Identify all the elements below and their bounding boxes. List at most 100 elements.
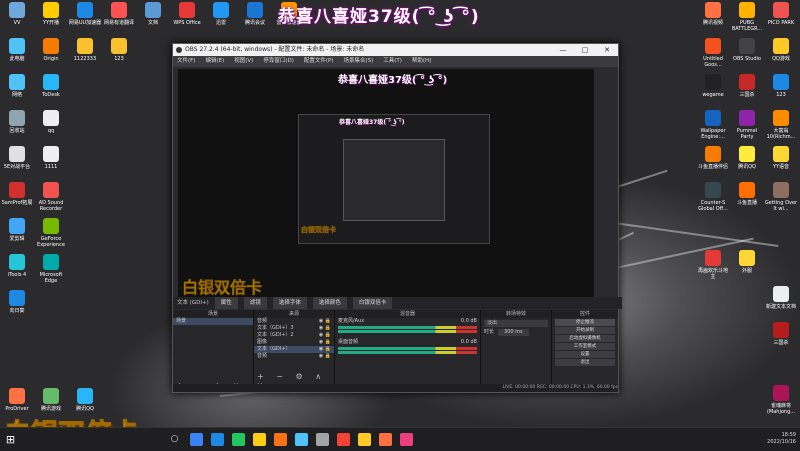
taskbar-app-icon[interactable] xyxy=(400,433,413,446)
desktop-icon[interactable]: 此电脑 xyxy=(0,38,34,62)
desktop-icon[interactable]: 网易UU加速器 xyxy=(68,2,102,26)
select-color-button[interactable]: 选择颜色 xyxy=(312,297,347,309)
duration-input[interactable]: 300 ms xyxy=(498,329,529,336)
menu-item[interactable]: 配置文件(P) xyxy=(304,56,334,67)
desktop-icon[interactable]: 大富翁10(Richm... xyxy=(764,110,798,140)
desktop-icon[interactable]: PUBG BATTLEGR... xyxy=(730,2,764,32)
taskbar-app-icon[interactable] xyxy=(358,433,371,446)
desktop-icon[interactable]: 三国杀 xyxy=(730,74,764,98)
visibility-lock-icons[interactable]: ◉ 🔒 xyxy=(319,332,331,339)
text-source-label[interactable]: 白银双倍卡 xyxy=(352,297,393,309)
control-button[interactable]: 退出 xyxy=(555,359,615,366)
taskbar-app-icon[interactable] xyxy=(295,433,308,446)
preview-canvas[interactable]: 恭喜八喜娅37级( ͡° ͜ʖ ͡°) 恭喜八喜娅37级( ͡° ͜ʖ ͡°) … xyxy=(178,69,594,301)
desktop-icon[interactable]: VV xyxy=(0,2,34,26)
desktop-icon[interactable]: 腾讯游戏 xyxy=(34,388,68,412)
desktop-icon[interactable]: PICO PARK xyxy=(764,2,798,26)
desktop-icon[interactable]: QQ游戏 xyxy=(764,38,798,62)
task-view-icon[interactable]: ○ xyxy=(168,433,181,446)
desktop-icon[interactable]: SamProf拓展 xyxy=(0,182,34,206)
desktop-icon[interactable]: 5E对战平台 xyxy=(0,146,34,170)
desktop-icon[interactable]: Wallpaper Engine:... xyxy=(696,110,730,140)
desktop-icon[interactable]: 网易有道翻译 xyxy=(102,2,136,26)
desktop-icon[interactable]: 再画欢乐斗地主 xyxy=(696,250,730,280)
control-button[interactable]: 启动虚拟摄像机 xyxy=(555,335,615,342)
control-button[interactable]: 设置 xyxy=(555,351,615,358)
desktop-icon[interactable]: OBS Studio xyxy=(730,38,764,62)
desktop-icon[interactable]: 雀魂麻将(Mahjong... xyxy=(764,385,798,415)
clock[interactable]: 18:59 2022/10/16 xyxy=(767,432,796,446)
select-font-button[interactable]: 选择字体 xyxy=(272,297,307,309)
mixer-ch1-slider[interactable] xyxy=(338,330,477,333)
obs-window[interactable]: OBS 27.2.4 (64-bit, windows) - 配置文件: 未命名… xyxy=(172,43,622,393)
visibility-lock-icons[interactable]: ◉ 🔒 xyxy=(319,325,331,332)
menu-item[interactable]: 文件(F) xyxy=(177,56,195,67)
desktop-icon[interactable]: WPS Office xyxy=(170,2,204,26)
desktop-icon[interactable]: 腾讯视频 xyxy=(696,2,730,26)
desktop-icon[interactable]: AD Sound Recorder xyxy=(34,182,68,212)
desktop-icon[interactable]: Getting Over It wi... xyxy=(764,182,798,212)
desktop-icon[interactable]: 迅雷 xyxy=(204,2,238,26)
desktop-icon[interactable]: 斗鱼直播伴侣 xyxy=(696,146,730,170)
desktop-icon[interactable]: 123 xyxy=(764,74,798,98)
desktop-icon[interactable]: 外服 xyxy=(730,250,764,274)
scene-item[interactable]: 场景 xyxy=(173,318,253,325)
source-item[interactable]: 文本（GDI+）3 ◉ 🔒 xyxy=(254,325,334,332)
desktop-icon[interactable]: 爱剪辑 xyxy=(0,218,34,242)
minimize-icon[interactable]: — xyxy=(552,44,574,56)
visibility-lock-icons[interactable]: ◉ 🔒 xyxy=(319,318,331,325)
start-icon[interactable]: ⊞ xyxy=(4,433,17,446)
desktop-icon[interactable]: 回收站 xyxy=(0,110,34,134)
desktop-icon[interactable]: 三国杀 xyxy=(764,322,798,346)
menu-item[interactable]: 视图(V) xyxy=(234,56,253,67)
desktop-icon[interactable]: GeForce Experience xyxy=(34,218,68,248)
maximize-icon[interactable]: □ xyxy=(574,44,596,56)
desktop-icon[interactable]: 123 xyxy=(102,38,136,62)
source-item[interactable]: 文本（GDI+） ◉ 🔒 xyxy=(254,346,334,353)
desktop-icon[interactable]: 1111 xyxy=(34,146,68,170)
desktop-icon[interactable]: YY开播 xyxy=(34,2,68,26)
menu-item[interactable]: 工具(T) xyxy=(383,56,402,67)
desktop-icon[interactable]: 网络 xyxy=(0,74,34,98)
menu-item[interactable]: 停靠窗口(D) xyxy=(263,56,294,67)
desktop-icon[interactable]: 腾讯QQ xyxy=(68,388,102,412)
mixer-ch2-slider[interactable] xyxy=(338,351,477,354)
control-button[interactable]: 工作室模式 xyxy=(555,343,615,350)
menu-item[interactable]: 编辑(E) xyxy=(205,56,224,67)
menu-item[interactable]: 帮助(H) xyxy=(412,56,431,67)
taskbar-app-icon[interactable] xyxy=(232,433,245,446)
visibility-lock-icons[interactable]: ◉ 🔒 xyxy=(319,339,331,346)
taskbar-app-icon[interactable] xyxy=(316,433,329,446)
desktop-icon[interactable]: wegame xyxy=(696,74,730,98)
taskbar-app-icon[interactable] xyxy=(379,433,392,446)
properties-button[interactable]: 属性 xyxy=(214,297,238,309)
taskbar-app-icon[interactable] xyxy=(253,433,266,446)
desktop-icon[interactable]: 文档 xyxy=(136,2,170,26)
desktop-icon[interactable]: 腾讯会议 xyxy=(238,2,272,26)
desktop-icon[interactable]: 1122333 xyxy=(68,38,102,62)
desktop-icon[interactable]: 斗鱼直播 xyxy=(730,182,764,206)
desktop-icon[interactable]: Untitled Goos... xyxy=(696,38,730,68)
source-item[interactable]: 文本（GDI+）2 ◉ 🔒 xyxy=(254,332,334,339)
desktop-icon[interactable]: qq xyxy=(34,110,68,134)
transition-select[interactable]: 淡出 xyxy=(484,320,548,327)
desktop-icon[interactable]: Pummel Party xyxy=(730,110,764,140)
menu-item[interactable]: 场景集合(S) xyxy=(343,56,373,67)
close-icon[interactable]: ✕ xyxy=(596,44,618,56)
desktop-icon[interactable]: Counter-S Global Off... xyxy=(696,182,730,212)
desktop-icon[interactable]: 腾讯QQ xyxy=(730,146,764,170)
desktop-icon[interactable]: YY语音 xyxy=(764,146,798,170)
desktop-icon[interactable]: Microsoft Edge xyxy=(34,254,68,284)
taskbar-app-icon[interactable] xyxy=(274,433,287,446)
source-item[interactable]: 音频 ◉ 🔒 xyxy=(254,353,334,360)
desktop-icon[interactable]: 向日葵 xyxy=(0,290,34,314)
control-button[interactable]: 开始录制 xyxy=(555,327,615,334)
desktop-icon[interactable]: 新建文本文档 xyxy=(764,286,798,310)
obs-titlebar[interactable]: OBS 27.2.4 (64-bit, windows) - 配置文件: 未命名… xyxy=(173,44,618,56)
desktop-icon[interactable]: Origin xyxy=(34,38,68,62)
source-item[interactable]: 音频 ◉ 🔒 xyxy=(254,318,334,325)
desktop-icon[interactable]: ProDriver xyxy=(0,388,34,412)
desktop-icon[interactable]: ToDesk xyxy=(34,74,68,98)
control-button[interactable]: 停止推流 xyxy=(555,319,615,326)
filters-button[interactable]: 滤镜 xyxy=(243,297,267,309)
